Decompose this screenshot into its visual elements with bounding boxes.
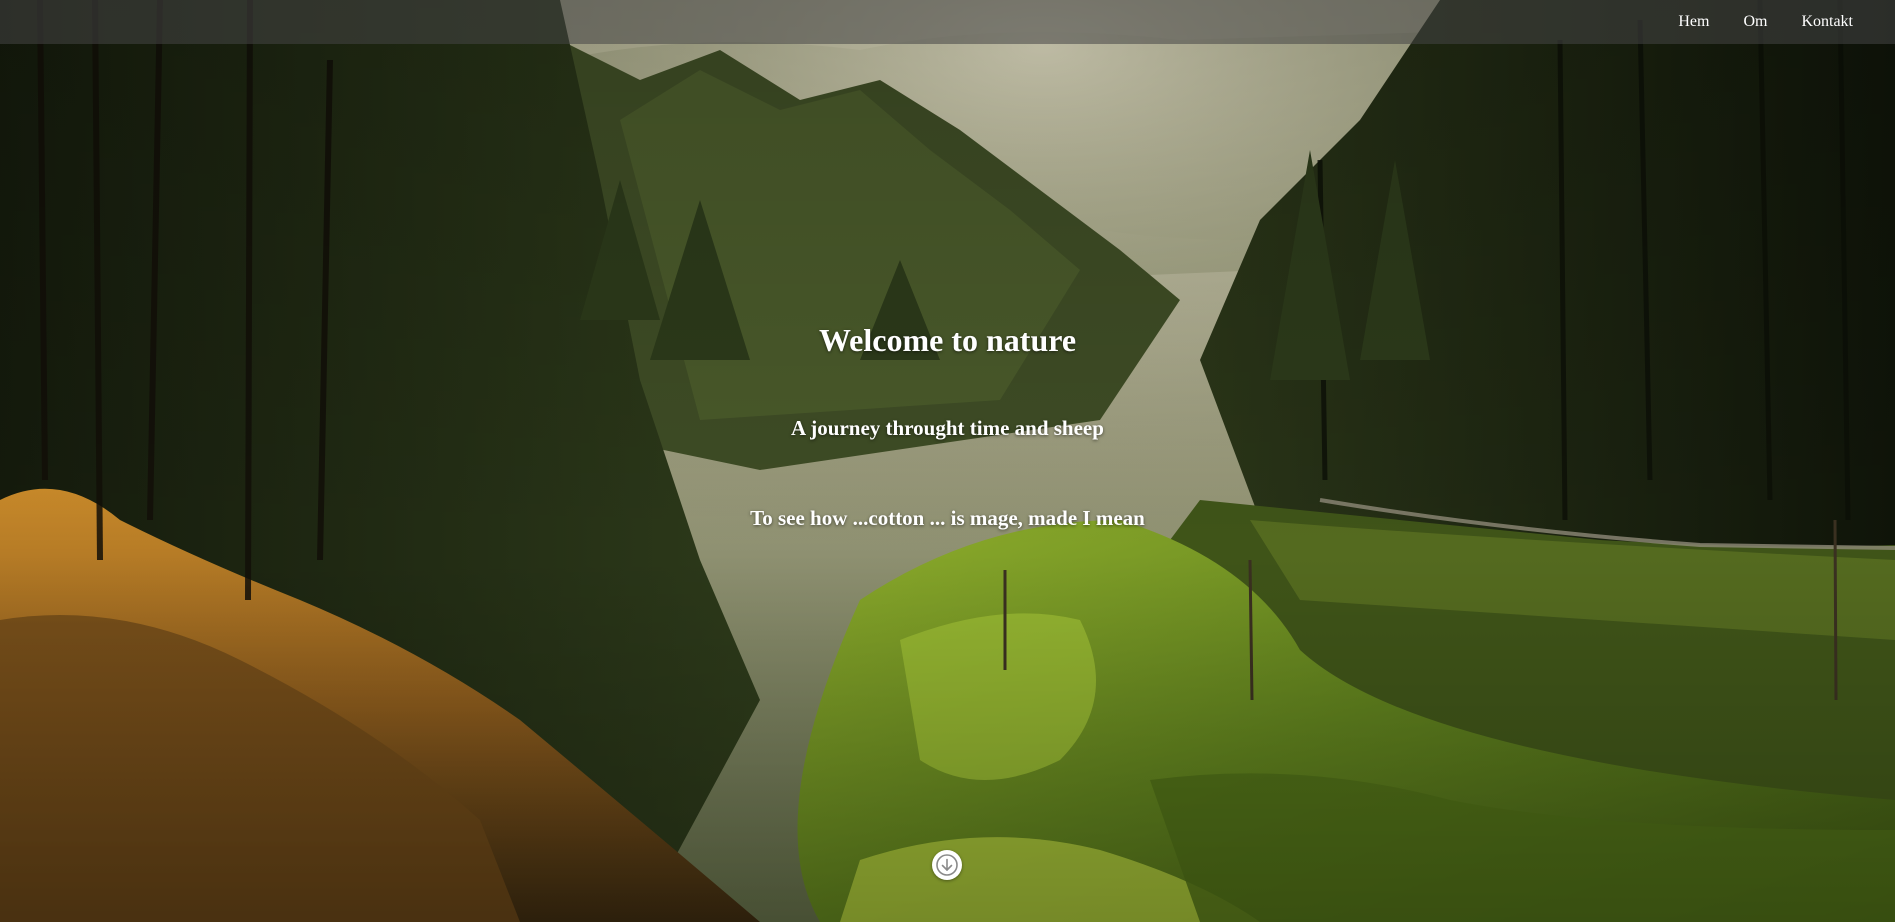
scroll-down-button[interactable] (932, 850, 962, 880)
hero-subtitle: A journey throught time and sheep (791, 416, 1104, 440)
nav-link-kontakt[interactable]: Kontakt (1784, 13, 1870, 31)
hero-background-image (0, 0, 1895, 922)
top-navbar: Hem Om Kontakt (0, 0, 1895, 44)
hero-title: Welcome to nature (818, 322, 1077, 358)
nav-link-hem[interactable]: Hem (1661, 13, 1726, 31)
page: Hem Om Kontakt Welcome to nature A journ… (0, 0, 1895, 922)
nav-links: Hem Om Kontakt (1661, 0, 1870, 44)
hero-tagline: To see how ...cotton ... is mage, made I… (750, 506, 1145, 530)
nav-link-om[interactable]: Om (1726, 13, 1784, 31)
arrow-down-icon (936, 854, 958, 876)
